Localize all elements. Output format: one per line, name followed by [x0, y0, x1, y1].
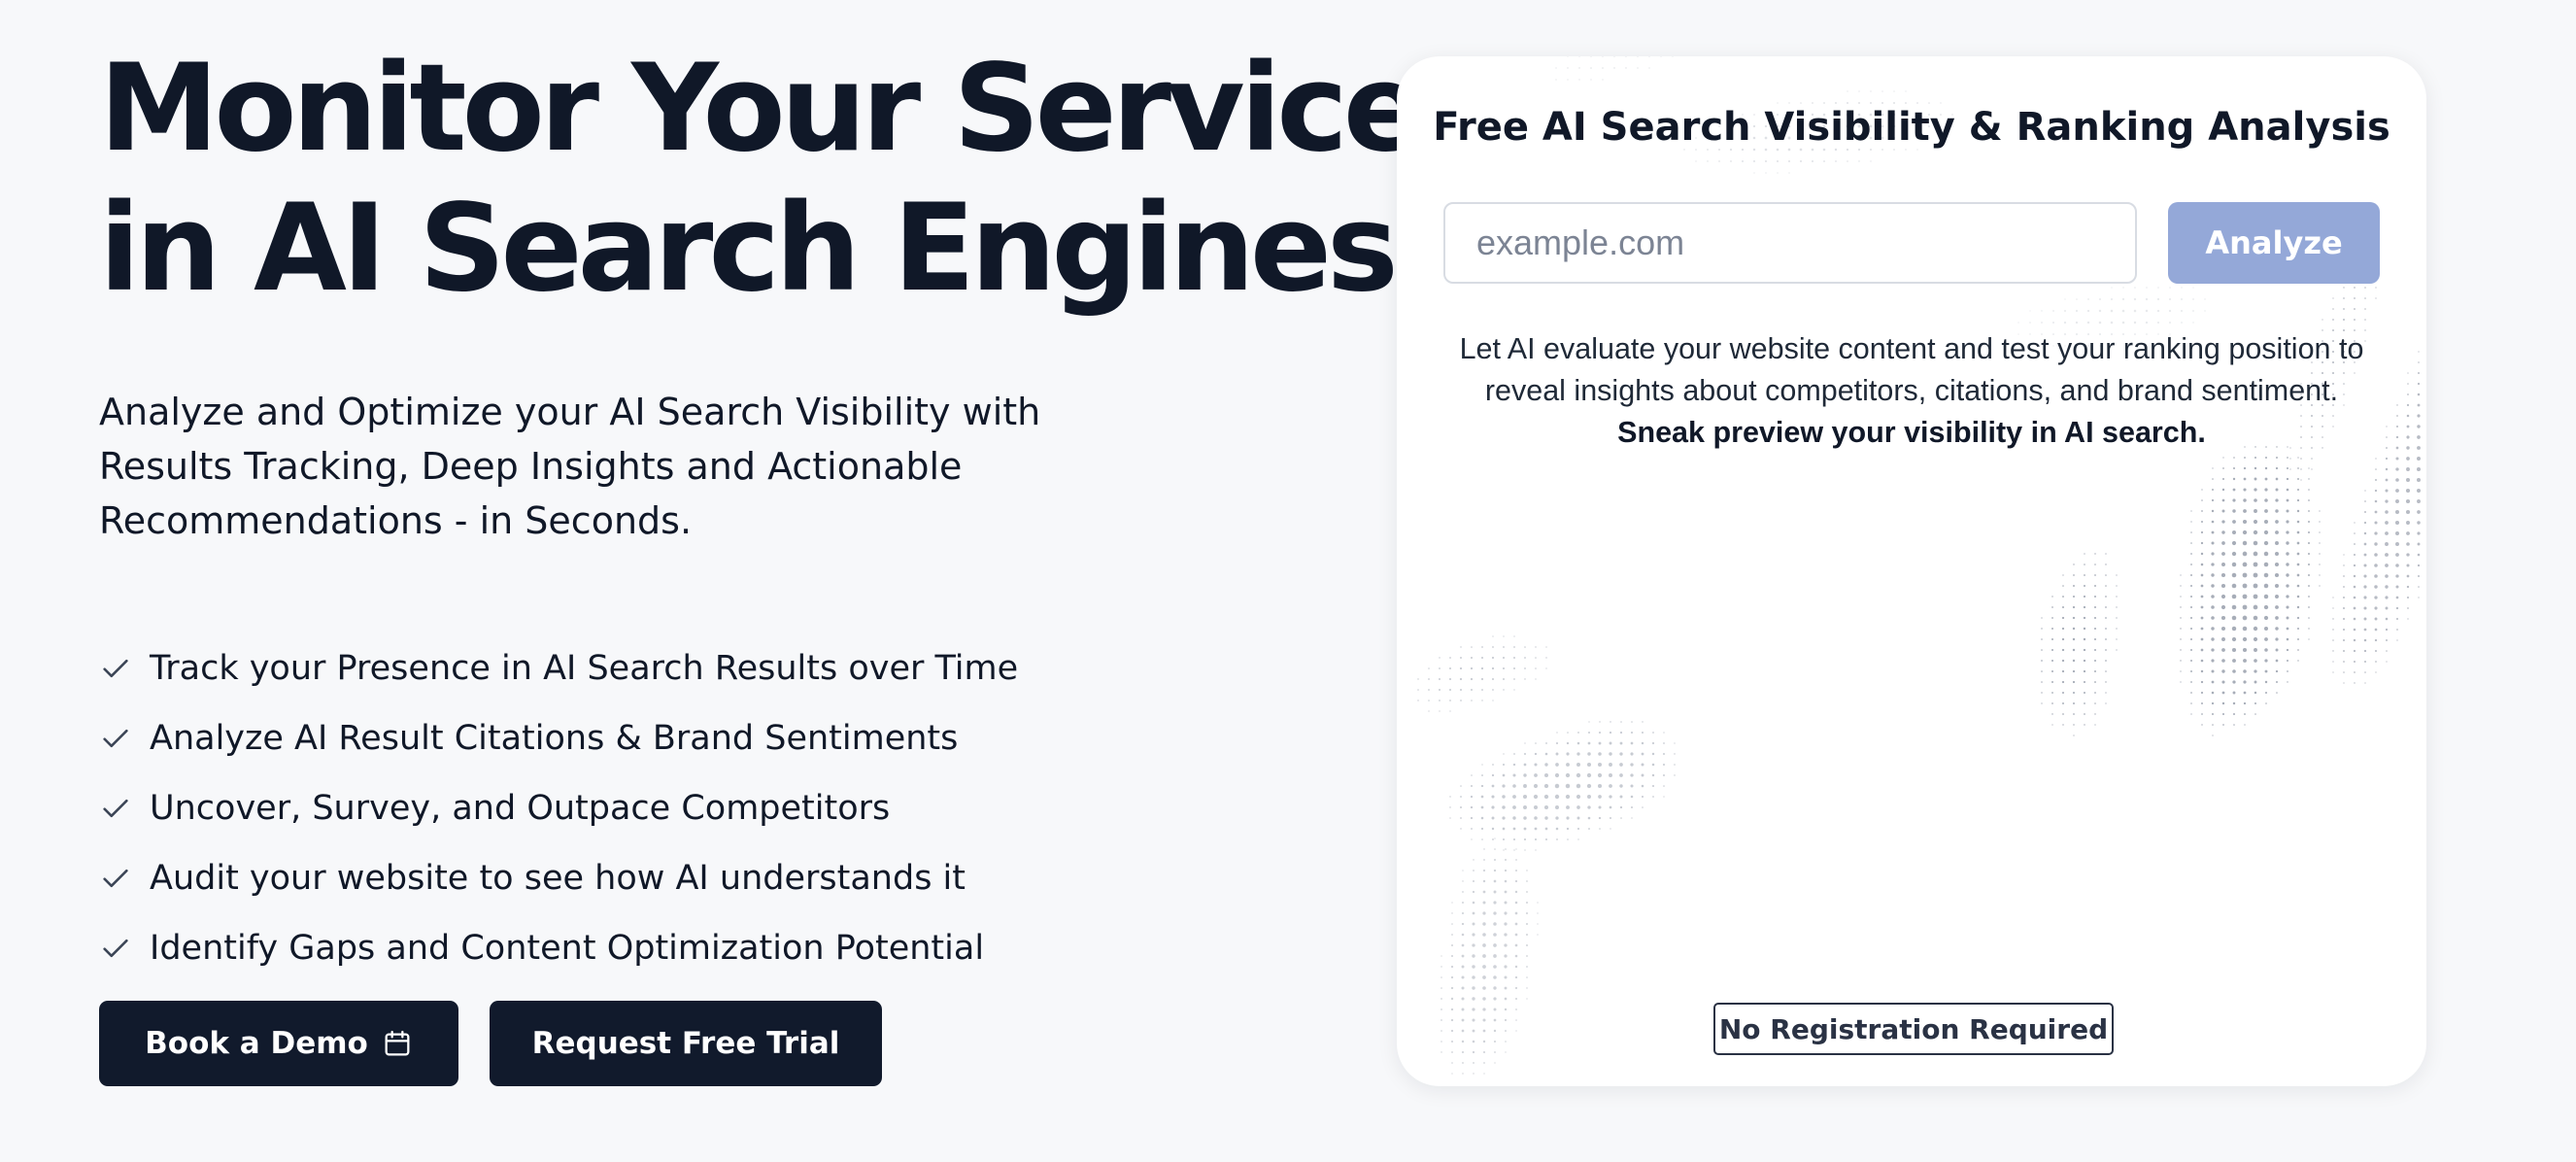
cta-row: Book a Demo Request Free Trial	[99, 1001, 882, 1086]
feature-list: Track your Presence in AI Search Results…	[99, 633, 1018, 983]
calendar-icon	[385, 1030, 410, 1056]
request-free-trial-button[interactable]: Request Free Trial	[490, 1001, 882, 1086]
check-icon	[103, 659, 128, 678]
card-title: Free AI Search Visibility & Ranking Anal…	[1433, 105, 2390, 150]
page-title-line-1: Monitor Your Service	[99, 39, 1425, 179]
hero-subtitle: Analyze and Optimize your AI Search Visi…	[99, 391, 1041, 542]
card-description-text: Let AI evaluate your website content and…	[1459, 332, 2364, 407]
check-icon	[103, 869, 128, 888]
feature-label: Audit your website to see how AI underst…	[150, 859, 966, 898]
analyze-button[interactable]: Analyze	[2168, 202, 2380, 284]
feature-label: Analyze AI Result Citations & Brand Sent…	[150, 719, 959, 758]
no-registration-badge: No Registration Required	[1713, 1003, 2114, 1055]
feature-label: Identify Gaps and Content Optimization P…	[150, 929, 985, 968]
check-icon	[103, 729, 128, 748]
book-demo-button[interactable]: Book a Demo	[99, 1001, 458, 1086]
feature-item: Analyze AI Result Citations & Brand Sent…	[99, 703, 1018, 773]
feature-label: Track your Presence in AI Search Results…	[150, 649, 1019, 688]
check-icon	[103, 939, 128, 958]
book-demo-label: Book a Demo	[145, 1026, 368, 1061]
page-title: Monitor Your Service in AI Search Engine…	[99, 39, 1425, 319]
feature-label: Uncover, Survey, and Outpace Competitors	[150, 789, 891, 828]
check-icon	[103, 799, 128, 818]
hero-section: Monitor Your Service in AI Search Engine…	[99, 39, 1425, 1086]
card-description: Let AI evaluate your website content and…	[1455, 328, 2368, 454]
feature-item: Uncover, Survey, and Outpace Competitors	[99, 773, 1018, 843]
feature-item: Audit your website to see how AI underst…	[99, 843, 1018, 913]
domain-input[interactable]	[1443, 202, 2137, 284]
card-description-bold: Sneak preview your visibility in AI sear…	[1617, 416, 2206, 449]
page-title-line-2: in AI Search Engines	[99, 179, 1399, 319]
feature-item: Identify Gaps and Content Optimization P…	[99, 913, 1018, 983]
analysis-card: Free AI Search Visibility & Ranking Anal…	[1397, 56, 2426, 1086]
feature-item: Track your Presence in AI Search Results…	[99, 633, 1018, 703]
